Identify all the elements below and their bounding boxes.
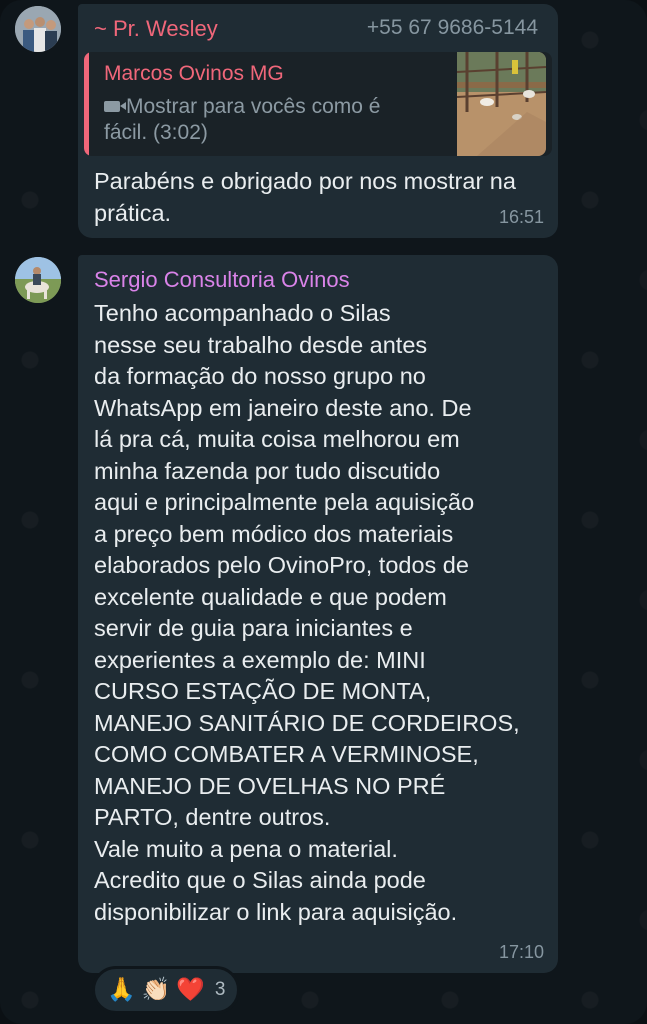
video-thumbnail[interactable] (457, 52, 546, 156)
reactions-badge[interactable]: 🙏 👏🏻 ❤️ 3 (92, 966, 240, 1014)
avatar[interactable] (15, 6, 61, 52)
message-text: Tenho acompanhado o Silas nesse seu trab… (94, 300, 520, 925)
reaction-clap-icon: 👏🏻 (141, 976, 171, 1003)
reaction-heart-icon: ❤️ (176, 976, 205, 1003)
message-bubble[interactable]: ~ Pr. Wesley +55 67 9686-5144 Marcos Ovi… (78, 4, 558, 238)
message-text: Parabéns e obrigado por nos mostrar na p… (94, 168, 516, 226)
reaction-pray-icon: 🙏 (107, 976, 136, 1003)
quoted-text: Mostrar para vocês como é fácil. (3:02) (104, 95, 381, 144)
sender-name[interactable]: Sergio Consultoria Ovinos (94, 267, 350, 293)
quoted-text-row: Mostrar para vocês como é fácil. (3:02) (104, 94, 424, 146)
chat-background: ~ Pr. Wesley +55 67 9686-5144 Marcos Ovi… (0, 0, 647, 1024)
avatar[interactable] (15, 257, 61, 303)
message-time: 17:10 (498, 942, 544, 962)
message-time: 16:51 (498, 207, 544, 227)
sender-name[interactable]: ~ Pr. Wesley (94, 16, 218, 42)
sender-phone: +55 67 9686-5144 (366, 16, 538, 39)
message-bubble[interactable]: Sergio Consultoria Ovinos Tenho acompanh… (78, 255, 558, 973)
quote-accent-bar (84, 52, 89, 156)
quoted-author: Marcos Ovinos MG (104, 62, 284, 85)
video-icon (104, 101, 126, 112)
reaction-count: 3 (214, 979, 226, 1000)
quoted-message[interactable]: Marcos Ovinos MG Mostrar para vocês como… (84, 52, 552, 156)
